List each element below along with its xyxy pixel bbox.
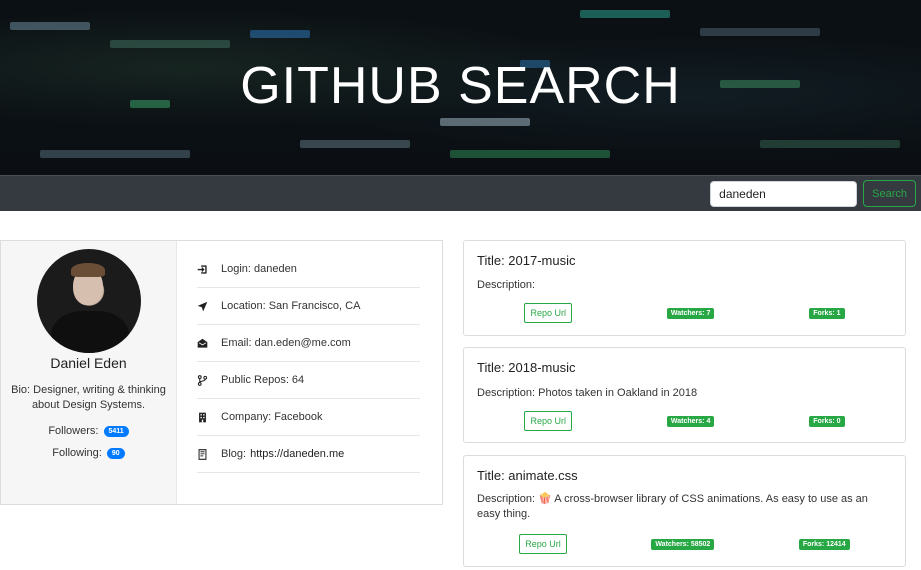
info-repos: Public Repos: 64: [197, 362, 420, 399]
avatar: [36, 249, 141, 353]
location-arrow-icon: [197, 301, 219, 312]
info-email-text: Email: dan.eden@me.com: [221, 337, 351, 349]
code-branch-icon: [197, 374, 219, 386]
repo-actions: Repo Url Watchers: 4 Forks: 0: [477, 411, 892, 431]
info-location: Location: San Francisco, CA: [197, 288, 420, 325]
repo-card: Title: 2018-music Description: Photos ta…: [463, 347, 906, 443]
info-repos-text: Public Repos: 64: [221, 374, 305, 386]
repo-card: Title: 2017-music Description: Repo Url …: [463, 240, 906, 336]
search-input[interactable]: [710, 180, 858, 207]
info-location-text: Location: San Francisco, CA: [221, 300, 361, 312]
info-email: Email: dan.eden@me.com: [197, 325, 420, 362]
sign-in-icon: [197, 264, 219, 275]
repo-card: Title: animate.css Description: 🍿 A cros…: [463, 455, 906, 567]
repo-title: Title: 2018-music: [477, 360, 576, 375]
repo-url-button[interactable]: Repo Url: [519, 534, 567, 554]
blog-link[interactable]: https://daneden.me: [250, 448, 344, 460]
repo-description: Description: 🍿 A cross-browser library o…: [477, 493, 868, 520]
followers-badge: 5411: [103, 425, 129, 437]
followers-label: Followers:: [48, 425, 99, 437]
search-button[interactable]: Search: [863, 180, 916, 207]
repo-title: Title: 2017-music: [477, 253, 576, 268]
repo-actions: Repo Url Watchers: 58502 Forks: 12414: [477, 534, 892, 554]
profile-card: Daniel Eden Bio: Designer, writing & thi…: [0, 240, 443, 505]
blog-icon: [197, 448, 219, 460]
repo-description: Description:: [477, 279, 536, 291]
watchers-badge: Watchers: 7: [666, 307, 715, 319]
profile-name: Daniel Eden: [50, 355, 127, 371]
hero-banner: GITHUB SEARCH: [0, 0, 921, 175]
info-company-text: Company: Facebook: [221, 411, 323, 423]
watchers-badge: Watchers: 4: [666, 415, 715, 427]
profile-summary: Daniel Eden Bio: Designer, writing & thi…: [1, 241, 177, 504]
info-blog: Blog: https://daneden.me: [197, 436, 420, 473]
envelope-icon: [197, 338, 219, 349]
profile-details: Login: daneden Location: San Francisco, …: [177, 241, 442, 504]
followers-stat: Followers: 5411: [1, 425, 176, 437]
info-login: Login: daneden: [197, 251, 420, 288]
repo-title: Title: animate.css: [477, 468, 578, 483]
following-badge: 90: [106, 447, 125, 459]
following-stat: Following: 90: [1, 447, 176, 459]
repo-url-button[interactable]: Repo Url: [524, 303, 572, 323]
forks-badge: Forks: 0: [809, 415, 845, 427]
navbar: Search: [0, 175, 921, 211]
forks-badge: Forks: 12414: [798, 538, 850, 550]
info-company: Company: Facebook: [197, 399, 420, 436]
following-label: Following:: [52, 447, 102, 459]
info-blog-label: Blog:: [221, 448, 247, 460]
watchers-badge: Watchers: 58502: [651, 538, 715, 550]
info-login-text: Login: daneden: [221, 263, 297, 275]
forks-badge: Forks: 1: [809, 307, 845, 319]
repo-url-button[interactable]: Repo Url: [524, 411, 572, 431]
repo-description: Description: Photos taken in Oakland in …: [477, 387, 698, 399]
building-icon: [197, 412, 219, 423]
profile-bio: Bio: Designer, writing & thinking about …: [11, 384, 166, 411]
page-title: GITHUB SEARCH: [240, 57, 681, 115]
repo-actions: Repo Url Watchers: 7 Forks: 1: [477, 303, 892, 323]
